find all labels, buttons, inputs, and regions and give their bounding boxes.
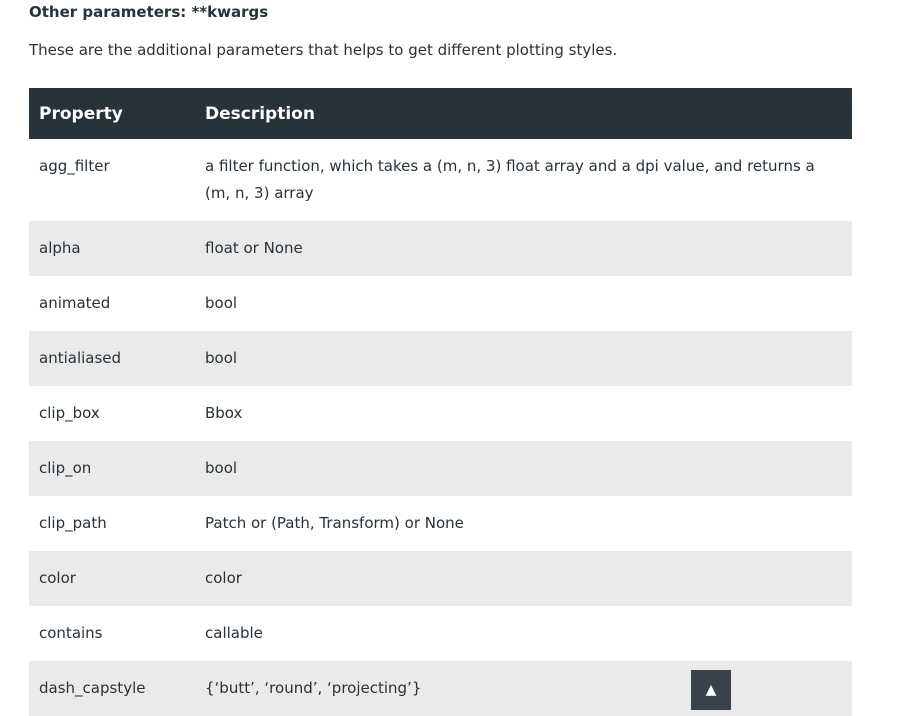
description-cell: bool	[195, 441, 852, 496]
kwargs-table: Property Description agg_filter a filter…	[29, 88, 852, 716]
up-arrow-icon: ▲	[705, 682, 717, 698]
description-cell: {‘butt’, ‘round’, ‘projecting’}	[195, 661, 852, 716]
property-cell: clip_path	[29, 496, 195, 551]
scroll-to-top-button[interactable]: ▲	[691, 670, 731, 710]
description-cell: bool	[195, 276, 852, 331]
property-cell: dash_capstyle	[29, 661, 195, 716]
section-heading: Other parameters: **kwargs	[29, 3, 269, 21]
table-row: clip_box Bbox	[29, 386, 852, 441]
column-header-property: Property	[29, 88, 195, 139]
table-row: clip_path Patch or (Path, Transform) or …	[29, 496, 852, 551]
description-cell: callable	[195, 606, 852, 661]
description-cell: float or None	[195, 221, 852, 276]
description-cell: Bbox	[195, 386, 852, 441]
description-cell: color	[195, 551, 852, 606]
table-row: antialiased bool	[29, 331, 852, 386]
description-cell: Patch or (Path, Transform) or None	[195, 496, 852, 551]
section-intro: These are the additional parameters that…	[29, 41, 618, 59]
table-header-row: Property Description	[29, 88, 852, 139]
property-cell: alpha	[29, 221, 195, 276]
table-row: clip_on bool	[29, 441, 852, 496]
description-cell: bool	[195, 331, 852, 386]
property-cell: color	[29, 551, 195, 606]
property-cell: agg_filter	[29, 139, 195, 221]
table-row: agg_filter a filter function, which take…	[29, 139, 852, 221]
property-cell: clip_box	[29, 386, 195, 441]
description-cell: a filter function, which takes a (m, n, …	[195, 139, 852, 221]
property-cell: clip_on	[29, 441, 195, 496]
property-cell: contains	[29, 606, 195, 661]
table-row: animated bool	[29, 276, 852, 331]
table-row: alpha float or None	[29, 221, 852, 276]
column-header-description: Description	[195, 88, 852, 139]
table-row: color color	[29, 551, 852, 606]
property-cell: animated	[29, 276, 195, 331]
property-cell: antialiased	[29, 331, 195, 386]
table-row: contains callable	[29, 606, 852, 661]
